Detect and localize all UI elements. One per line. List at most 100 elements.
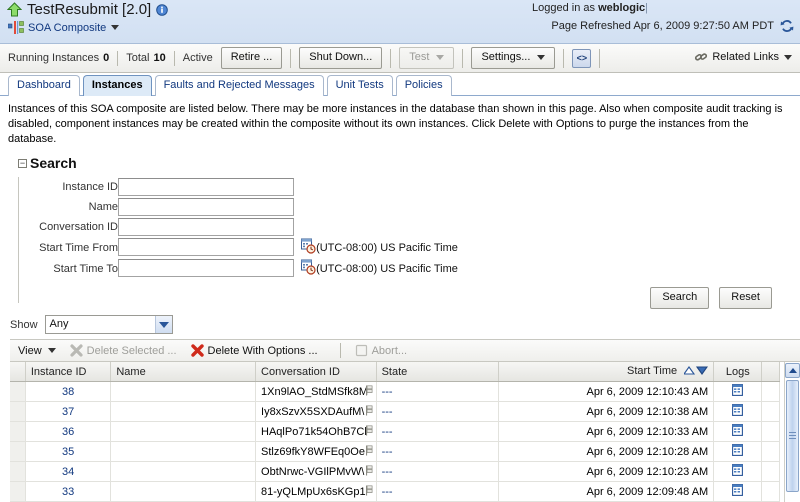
- table-row[interactable]: 36 HAqlPo71k54OhB7Cl --- Apr 6, 2009 12:…: [10, 421, 780, 442]
- scroll-thumb[interactable]: [786, 380, 799, 492]
- cell-instance-id[interactable]: 36: [25, 421, 112, 442]
- show-select[interactable]: Any: [44, 315, 173, 334]
- scroll-up-button[interactable]: [785, 363, 800, 378]
- cell-instance-id[interactable]: 33: [25, 481, 112, 502]
- flag-icon[interactable]: [365, 485, 374, 496]
- cell-logs[interactable]: [713, 481, 763, 502]
- flag-icon[interactable]: [365, 445, 374, 456]
- divider: [173, 50, 175, 66]
- start-time-from-input[interactable]: [118, 238, 294, 256]
- cell-name: [110, 481, 257, 502]
- cell-conversation-id: HAqlPo71k54OhB7Cl: [255, 421, 377, 442]
- cell-state: ---: [376, 381, 500, 402]
- cell-name: [110, 381, 257, 402]
- info-icon[interactable]: [156, 3, 169, 16]
- shut-down-button[interactable]: Shut Down...: [299, 47, 383, 69]
- search-fields: Instance ID Name Conversation ID Start T…: [10, 177, 458, 279]
- conversation-id-text: 1Xn9lAO_StdMSfk8M: [261, 385, 369, 398]
- cell-start-time: Apr 6, 2009 12:10:38 AM: [498, 401, 715, 422]
- related-links-menu[interactable]: Related Links: [694, 50, 792, 64]
- scrollbar-header-spacer: [761, 362, 780, 382]
- log-icon[interactable]: [732, 424, 744, 436]
- tab-policies[interactable]: Policies: [395, 75, 452, 96]
- cell-logs[interactable]: [713, 461, 763, 482]
- row-select-cell[interactable]: [10, 381, 26, 402]
- row-select-cell[interactable]: [10, 421, 26, 442]
- conversation-id-input[interactable]: [118, 218, 294, 236]
- cell-conversation-id: 1Xn9lAO_StdMSfk8M: [255, 381, 377, 402]
- column-header-conversation-id[interactable]: Conversation ID: [255, 362, 377, 382]
- calendar-icon[interactable]: [297, 259, 316, 278]
- log-icon[interactable]: [732, 384, 744, 396]
- cell-name: [110, 461, 257, 482]
- delete-selected-button[interactable]: Delete Selected ...: [70, 344, 177, 357]
- log-icon[interactable]: [732, 404, 744, 416]
- table-vertical-scrollbar[interactable]: [784, 362, 800, 502]
- settings-button[interactable]: Settings...: [471, 47, 556, 69]
- log-icon[interactable]: [732, 444, 744, 456]
- cell-logs[interactable]: [713, 381, 763, 402]
- cell-instance-id[interactable]: 34: [25, 461, 112, 482]
- flag-icon[interactable]: [365, 385, 374, 396]
- row-select-cell[interactable]: [10, 401, 26, 422]
- column-header-start-time[interactable]: Start Time: [498, 362, 715, 382]
- delete-with-options-button[interactable]: Delete With Options ...: [190, 344, 318, 357]
- row-select-cell[interactable]: [10, 441, 26, 462]
- search-button[interactable]: Search: [650, 287, 710, 309]
- flag-icon[interactable]: [365, 465, 374, 476]
- instance-id-input[interactable]: [118, 178, 294, 196]
- tab-unit-tests[interactable]: Unit Tests: [326, 75, 393, 96]
- related-links-label: Related Links: [712, 51, 779, 63]
- divider: [339, 343, 341, 358]
- table-row[interactable]: 37 Iy8xSzvX5SXDAufM\ --- Apr 6, 2009 12:…: [10, 401, 780, 422]
- column-header-state[interactable]: State: [376, 362, 500, 382]
- cell-instance-id[interactable]: 35: [25, 441, 112, 462]
- sort-arrows[interactable]: [683, 366, 709, 378]
- tab-instances[interactable]: Instances: [82, 75, 152, 96]
- row-select-cell[interactable]: [10, 461, 26, 482]
- cell-logs[interactable]: [713, 421, 763, 442]
- cell-logs[interactable]: [713, 401, 763, 422]
- chevron-down-icon[interactable]: [154, 316, 172, 333]
- reset-button[interactable]: Reset: [719, 287, 772, 309]
- start-time-to-input[interactable]: [118, 259, 294, 277]
- test-button[interactable]: Test: [399, 47, 455, 69]
- retire-button[interactable]: Retire ...: [220, 47, 283, 69]
- select-all-header[interactable]: [10, 362, 26, 382]
- tab-dashboard[interactable]: Dashboard: [8, 75, 80, 96]
- chevron-down-icon[interactable]: [111, 25, 120, 30]
- column-header-logs[interactable]: Logs: [713, 362, 763, 382]
- view-menu[interactable]: View: [18, 345, 56, 357]
- table-row[interactable]: 35 Stlz69fkY8WFEq0Oe --- Apr 6, 2009 12:…: [10, 441, 780, 462]
- tab-faults-and-rejected-messages[interactable]: Faults and Rejected Messages: [154, 75, 324, 96]
- flag-icon[interactable]: [365, 405, 374, 416]
- cell-start-time: Apr 6, 2009 12:10:33 AM: [498, 421, 715, 442]
- collapse-toggle-icon[interactable]: −: [18, 158, 27, 168]
- table-row[interactable]: 33 81-yQLMpUx6sKGp1 --- Apr 6, 2009 12:0…: [10, 481, 780, 502]
- page-header: TestResubmit [2.0] SOA Composite Logged …: [0, 0, 800, 44]
- log-icon[interactable]: [732, 484, 744, 496]
- total-label: Total: [126, 52, 150, 64]
- row-select-cell[interactable]: [10, 481, 26, 502]
- refresh-icon[interactable]: [780, 19, 794, 33]
- table-row[interactable]: 34 ObtNrwc-VGIlPMvW\ --- Apr 6, 2009 12:…: [10, 461, 780, 482]
- cell-logs[interactable]: [713, 441, 763, 462]
- column-header-instance-id[interactable]: Instance ID: [25, 362, 112, 382]
- cell-state: ---: [376, 481, 500, 502]
- column-header-name[interactable]: Name: [110, 362, 257, 382]
- chevron-down-icon: [47, 348, 56, 353]
- name-input[interactable]: [118, 198, 294, 216]
- show-xml-button[interactable]: <>: [572, 48, 592, 68]
- calendar-icon[interactable]: [297, 238, 316, 257]
- subtitle-row[interactable]: SOA Composite: [7, 21, 120, 34]
- cell-instance-id[interactable]: 37: [25, 401, 112, 422]
- cell-conversation-id: 81-yQLMpUx6sKGp1: [255, 481, 377, 502]
- log-icon[interactable]: [732, 464, 744, 476]
- cell-instance-id[interactable]: 38: [25, 381, 112, 402]
- flag-icon[interactable]: [365, 425, 374, 436]
- conversation-id-text: 81-yQLMpUx6sKGp1: [261, 485, 366, 498]
- table-row[interactable]: 38 1Xn9lAO_StdMSfk8M --- Apr 6, 2009 12:…: [10, 381, 780, 402]
- composite-toolbar: Running Instances 0 Total 10 Active Reti…: [0, 44, 800, 73]
- abort-button[interactable]: Abort...: [355, 344, 407, 357]
- search-section-header: − Search: [18, 155, 800, 171]
